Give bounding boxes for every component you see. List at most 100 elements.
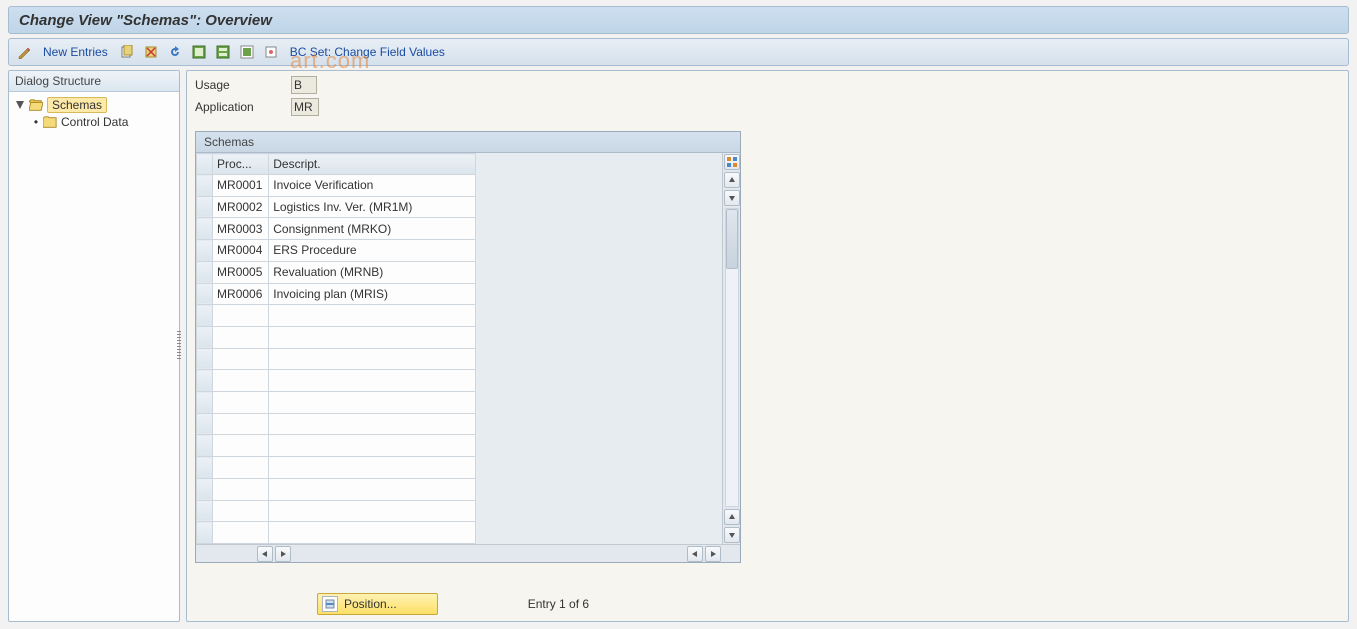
row-select-button[interactable]: [197, 392, 213, 414]
cell-empty: [269, 305, 476, 327]
splitter-handle[interactable]: [177, 331, 181, 361]
table-row-empty: [197, 435, 476, 457]
row-select-button[interactable]: [197, 413, 213, 435]
table-row[interactable]: MR0006Invoicing plan (MRIS): [197, 283, 476, 305]
cell-desc[interactable]: ERS Procedure: [269, 240, 476, 262]
schemas-table-container: Schemas Proc... Descript. MR0001Invoice …: [195, 131, 741, 563]
cell-empty: [269, 413, 476, 435]
scroll-thumb-v[interactable]: [726, 209, 738, 269]
scroll-up2-icon[interactable]: [724, 509, 740, 525]
table-row-empty: [197, 500, 476, 522]
row-select-button[interactable]: [197, 522, 213, 544]
usage-input[interactable]: [291, 76, 317, 94]
cell-proc[interactable]: MR0001: [213, 175, 269, 197]
cell-empty: [269, 435, 476, 457]
row-select-button[interactable]: [197, 326, 213, 348]
row-select-button[interactable]: [197, 240, 213, 262]
cell-empty: [269, 478, 476, 500]
cell-empty: [213, 522, 269, 544]
table-row[interactable]: MR0002Logistics Inv. Ver. (MR1M): [197, 196, 476, 218]
row-select-button[interactable]: [197, 500, 213, 522]
cell-empty: [269, 500, 476, 522]
scroll-left2-icon[interactable]: [687, 546, 703, 562]
display-change-toggle-icon[interactable]: [15, 43, 33, 61]
new-entries-button[interactable]: New Entries: [39, 45, 112, 59]
folder-closed-icon: [43, 116, 57, 128]
cell-empty: [269, 370, 476, 392]
cell-proc[interactable]: MR0003: [213, 218, 269, 240]
application-input[interactable]: [291, 98, 319, 116]
cell-proc[interactable]: MR0006: [213, 283, 269, 305]
cell-empty: [213, 305, 269, 327]
row-select-all-header[interactable]: [197, 154, 213, 175]
cell-proc[interactable]: MR0002: [213, 196, 269, 218]
table-horizontal-scrollbar[interactable]: [196, 544, 740, 562]
table-row[interactable]: MR0001Invoice Verification: [197, 175, 476, 197]
bc-set-button[interactable]: BC Set: Change Field Values: [286, 45, 449, 59]
col-header-desc[interactable]: Descript.: [269, 154, 476, 175]
row-select-button[interactable]: [197, 175, 213, 197]
scroll-left-icon[interactable]: [257, 546, 273, 562]
footer-bar: Position... Entry 1 of 6: [317, 593, 589, 615]
tree-node-control-data[interactable]: • Control Data: [13, 114, 175, 130]
row-select-button[interactable]: [197, 305, 213, 327]
dialog-structure-tree: Schemas • Control Data: [9, 92, 179, 134]
schemas-table: Proc... Descript. MR0001Invoice Verifica…: [196, 153, 476, 544]
table-row[interactable]: MR0004ERS Procedure: [197, 240, 476, 262]
cell-desc[interactable]: Invoicing plan (MRIS): [269, 283, 476, 305]
cell-empty: [213, 500, 269, 522]
table-row-empty: [197, 305, 476, 327]
cell-proc[interactable]: MR0005: [213, 261, 269, 283]
row-select-button[interactable]: [197, 196, 213, 218]
scroll-up-icon[interactable]: [724, 172, 740, 188]
deselect-all-icon[interactable]: [238, 43, 256, 61]
col-header-proc[interactable]: Proc...: [213, 154, 269, 175]
cell-desc[interactable]: Consignment (MRKO): [269, 218, 476, 240]
scroll-right2-icon[interactable]: [705, 546, 721, 562]
row-select-button[interactable]: [197, 457, 213, 479]
select-all-icon[interactable]: [190, 43, 208, 61]
table-row[interactable]: MR0003Consignment (MRKO): [197, 218, 476, 240]
table-vertical-scrollbar[interactable]: [722, 153, 740, 544]
table-row-empty: [197, 457, 476, 479]
entry-count-label: Entry 1 of 6: [528, 597, 589, 611]
table-row[interactable]: MR0005Revaluation (MRNB): [197, 261, 476, 283]
tree-node-control-data-label: Control Data: [61, 115, 128, 129]
table-row-empty: [197, 522, 476, 544]
cell-empty: [269, 326, 476, 348]
row-select-button[interactable]: [197, 370, 213, 392]
application-toolbar: New Entries BC Set: Change Field Values: [8, 38, 1349, 66]
cell-empty: [213, 435, 269, 457]
cell-proc[interactable]: MR0004: [213, 240, 269, 262]
bullet-icon: •: [33, 115, 39, 129]
table-row-empty: [197, 348, 476, 370]
cell-empty: [269, 457, 476, 479]
position-button[interactable]: Position...: [317, 593, 438, 615]
expand-collapse-icon[interactable]: [15, 100, 25, 110]
application-label: Application: [195, 100, 285, 114]
application-field-row: Application: [195, 97, 319, 117]
page-title-text: Change View "Schemas": Overview: [19, 12, 272, 29]
row-select-button[interactable]: [197, 283, 213, 305]
cell-desc[interactable]: Logistics Inv. Ver. (MR1M): [269, 196, 476, 218]
row-select-button[interactable]: [197, 261, 213, 283]
cell-desc[interactable]: Invoice Verification: [269, 175, 476, 197]
scroll-right-icon[interactable]: [275, 546, 291, 562]
row-select-button[interactable]: [197, 348, 213, 370]
row-select-button[interactable]: [197, 478, 213, 500]
scroll-track-v[interactable]: [725, 208, 739, 507]
delete-icon[interactable]: [142, 43, 160, 61]
row-select-button[interactable]: [197, 435, 213, 457]
config-icon[interactable]: [262, 43, 280, 61]
select-block-icon[interactable]: [214, 43, 232, 61]
scroll-down2-icon[interactable]: [724, 527, 740, 543]
copy-as-icon[interactable]: [118, 43, 136, 61]
scroll-down-icon[interactable]: [724, 190, 740, 206]
table-configure-icon[interactable]: [724, 154, 740, 170]
undo-icon[interactable]: [166, 43, 184, 61]
tree-node-schemas[interactable]: Schemas: [13, 96, 175, 114]
cell-desc[interactable]: Revaluation (MRNB): [269, 261, 476, 283]
row-select-button[interactable]: [197, 218, 213, 240]
cell-empty: [269, 522, 476, 544]
cell-empty: [213, 326, 269, 348]
